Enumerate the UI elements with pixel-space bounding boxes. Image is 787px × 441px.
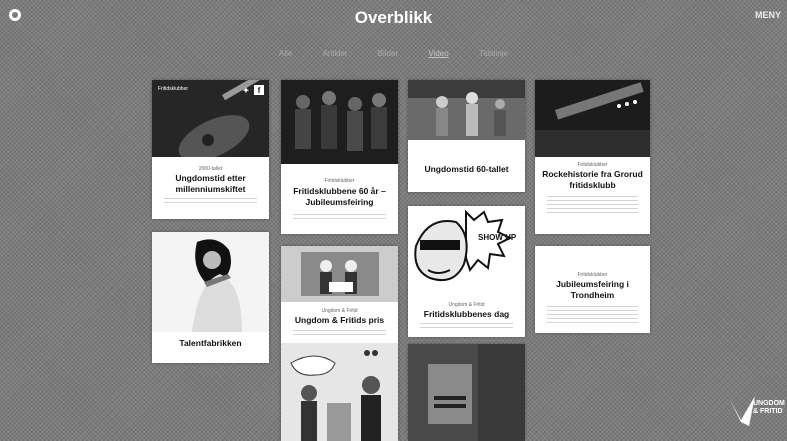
guitar-neck-photo bbox=[535, 80, 650, 157]
filter-tab[interactable]: Alle bbox=[279, 49, 292, 58]
filter-tab[interactable]: Artikler bbox=[323, 49, 348, 58]
page-title: Overblikk bbox=[354, 8, 433, 27]
card-talentfabrikken[interactable]: Talentfabrikken bbox=[152, 232, 269, 363]
card-pris[interactable]: Ungdom & Fritid Ungdom & Fritids pris bbox=[281, 246, 398, 441]
filter-tabs: Alle Artikler Bilder Video Tidslinje bbox=[0, 49, 787, 58]
singer-photo bbox=[152, 232, 269, 332]
card-title: Ungdomstid etter millenniumskiftet bbox=[175, 173, 246, 194]
logo-text-line2: & FRITID bbox=[753, 408, 783, 415]
share-icons: ✦ f bbox=[241, 85, 264, 95]
card-title: Talentfabrikken bbox=[179, 338, 242, 348]
card-60-ar[interactable]: Fritidsklubber Fritidsklubbene 60 år – J… bbox=[281, 80, 398, 234]
card-meta: Fritidsklubber bbox=[324, 178, 355, 184]
card-millennium[interactable]: Fritidsklubber ✦ f 2000-tallet Ungdomsti… bbox=[152, 80, 269, 219]
card-image: Fritidsklubber ✦ f bbox=[152, 80, 269, 157]
filter-tab-active[interactable]: Video bbox=[428, 49, 448, 58]
twitter-icon[interactable]: ✦ bbox=[241, 85, 251, 95]
card-image-secondary bbox=[281, 343, 398, 441]
card-title: Jubileumsfeiring i Trondheim bbox=[556, 279, 629, 300]
card-meta: 2000-tallet bbox=[198, 166, 223, 172]
image-label: Fritidsklubber bbox=[158, 86, 189, 92]
group-photo bbox=[281, 80, 398, 164]
card-description bbox=[293, 330, 386, 335]
card-meta: Fritidsklubber bbox=[577, 162, 608, 168]
filter-tab[interactable]: Tidslinje bbox=[479, 49, 508, 58]
card-meta: Ungdom & Fritid bbox=[321, 308, 358, 314]
card-description bbox=[420, 323, 513, 328]
ungdom-fritid-logo: UNGDOM & FRITID bbox=[727, 392, 787, 432]
poster-photo bbox=[408, 344, 525, 441]
menu-link[interactable]: MENY bbox=[755, 10, 781, 20]
cartoon-photo bbox=[281, 343, 398, 441]
card-description bbox=[164, 198, 257, 204]
card-description bbox=[293, 214, 386, 220]
card-meta: Ungdom & Fritid bbox=[448, 302, 485, 308]
card-meta: Fritidsklubber bbox=[577, 272, 608, 278]
card-description bbox=[547, 306, 638, 324]
card-rockehistorie[interactable]: Fritidsklubber Rockehistorie fra Grorud … bbox=[535, 80, 650, 234]
card-60-tallet[interactable]: Ungdomstid 60-tallet bbox=[408, 80, 525, 192]
facebook-icon[interactable]: f bbox=[254, 85, 264, 95]
award-photo bbox=[281, 246, 398, 302]
top-bar: Overblikk MENY bbox=[0, 0, 787, 40]
card-title: Ungdom & Fritids pris bbox=[294, 315, 385, 325]
card-title: Rockehistorie fra Grorud fritidsklubb bbox=[542, 169, 643, 190]
dancers-photo bbox=[408, 80, 525, 140]
card-trondheim[interactable]: Fritidsklubber Jubileumsfeiring i Trondh… bbox=[535, 246, 650, 333]
card-fritidsklubbenes-dag[interactable]: SHOW UP Ungdom & Fritid Fritidsklubbenes… bbox=[408, 206, 525, 337]
card-title: Fritidsklubbenes dag bbox=[423, 309, 510, 319]
card-image bbox=[152, 232, 269, 332]
card-image bbox=[535, 80, 650, 157]
card-poster[interactable] bbox=[408, 344, 525, 441]
card-description bbox=[547, 196, 638, 214]
card-image bbox=[408, 344, 525, 441]
logo-text-line1: UNGDOM bbox=[753, 400, 785, 407]
filter-tab[interactable]: Bilder bbox=[378, 49, 398, 58]
card-image bbox=[281, 246, 398, 302]
card-title: Fritidsklubbene 60 år – Jubileumsfeiring bbox=[293, 186, 386, 207]
card-title: Ungdomstid 60-tallet bbox=[424, 164, 509, 174]
card-image bbox=[281, 80, 398, 164]
card-image: SHOW UP bbox=[408, 206, 525, 296]
card-image bbox=[408, 80, 525, 140]
speech-text: SHOW UP bbox=[478, 233, 517, 242]
superhero-illustration: SHOW UP bbox=[408, 206, 525, 296]
